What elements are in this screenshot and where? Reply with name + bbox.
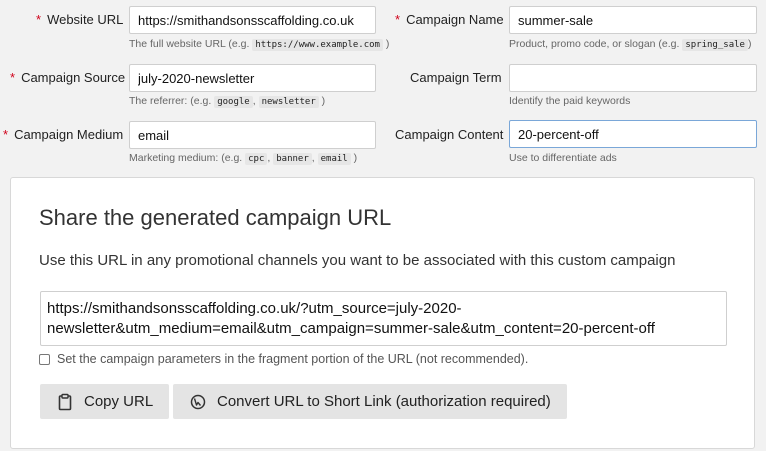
campaign-medium-help: Marketing medium: (e.g. cpc, banner, ema… [129, 152, 358, 165]
fragment-option[interactable]: Set the campaign parameters in the fragm… [39, 352, 528, 366]
campaign-source-label: * Campaign Source [10, 70, 126, 85]
campaign-source-input[interactable] [129, 64, 376, 92]
campaign-medium-label: * Campaign Medium [3, 127, 124, 142]
fragment-checkbox[interactable] [39, 353, 50, 365]
copy-url-button[interactable]: Copy URL [40, 384, 170, 419]
campaign-name-help: Product, promo code, or slogan (e.g. spr… [509, 38, 752, 51]
campaign-content-help: Use to differentiate ads [509, 152, 617, 164]
campaign-medium-input[interactable] [129, 121, 376, 149]
clipboard-icon [56, 393, 74, 411]
website-url-help: The full website URL (e.g. https://www.e… [129, 38, 390, 51]
required-marker: * [10, 70, 16, 85]
short-link-button[interactable]: Convert URL to Short Link (authorization… [173, 384, 567, 419]
campaign-name-input[interactable] [509, 6, 757, 34]
required-marker: * [36, 12, 42, 27]
generated-url-textarea[interactable]: https://smithandsonsscaffolding.co.uk/?u… [40, 291, 727, 346]
campaign-source-help: The referrer: (e.g. google, newsletter ) [129, 95, 326, 108]
copy-url-label: Copy URL [84, 393, 154, 410]
campaign-content-label: Campaign Content [395, 127, 504, 142]
short-link-label: Convert URL to Short Link (authorization… [217, 393, 551, 410]
share-description: Use this URL in any promotional channels… [39, 252, 676, 269]
campaign-content-input[interactable] [509, 120, 757, 148]
website-url-input[interactable] [129, 6, 376, 34]
share-panel: Share the generated campaign URL Use thi… [10, 177, 755, 449]
share-title: Share the generated campaign URL [39, 205, 392, 230]
campaign-term-input[interactable] [509, 64, 757, 92]
required-marker: * [3, 127, 9, 142]
link-shortener-icon [189, 393, 207, 411]
required-marker: * [395, 12, 401, 27]
campaign-term-label: Campaign Term [410, 70, 502, 85]
campaign-term-help: Identify the paid keywords [509, 95, 631, 107]
campaign-name-label: * Campaign Name [395, 12, 504, 27]
website-url-label: * Website URL [36, 12, 124, 27]
fragment-option-label: Set the campaign parameters in the fragm… [57, 352, 529, 366]
